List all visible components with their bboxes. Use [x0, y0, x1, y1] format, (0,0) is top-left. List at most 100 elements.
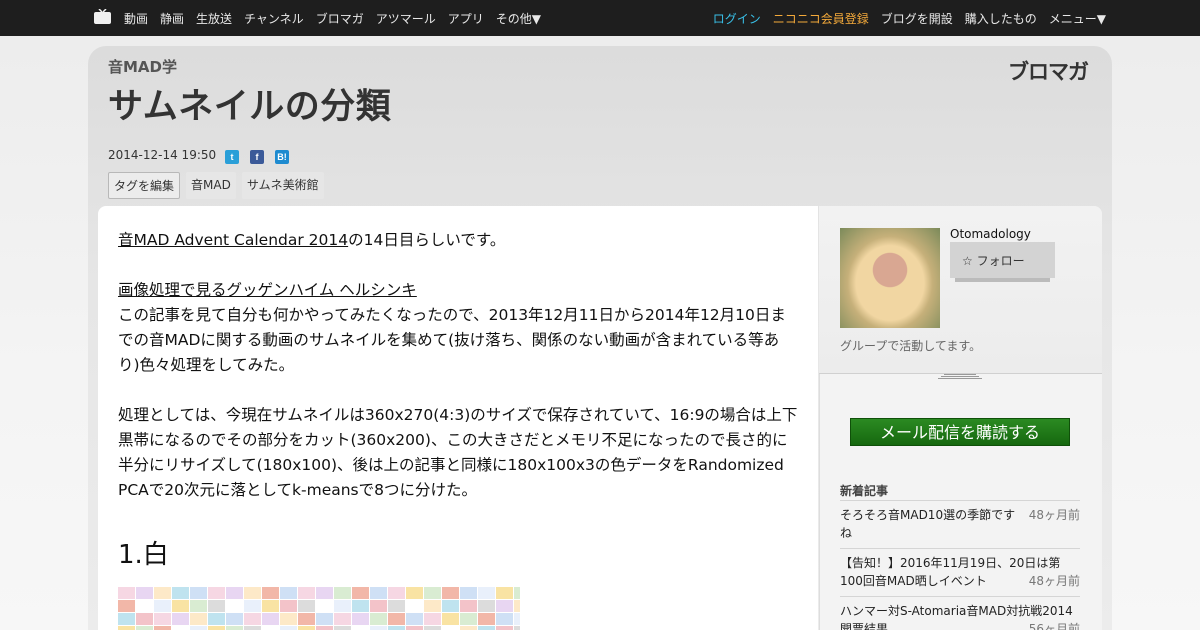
- mosaic-tile: [388, 587, 405, 599]
- mosaic-tile: [424, 613, 441, 625]
- mosaic-tile: [244, 613, 261, 625]
- collapse-handle-icon[interactable]: [938, 374, 982, 388]
- mosaic-tile: [136, 626, 153, 630]
- thumbnail-mosaic-image: [118, 587, 520, 630]
- tag-item[interactable]: サムネ美術館: [241, 172, 324, 199]
- register-link[interactable]: ニコニコ会員登録: [773, 10, 869, 27]
- tag-item[interactable]: 音MAD: [186, 172, 236, 199]
- mosaic-tile: [388, 600, 405, 612]
- subscribe-email-button[interactable]: メール配信を購読する: [850, 418, 1070, 446]
- mosaic-tile: [262, 587, 279, 599]
- mosaic-tile: [406, 613, 423, 625]
- mosaic-tile: [352, 587, 369, 599]
- article-title[interactable]: そろそろ音MAD10選の季節ですね: [840, 508, 1015, 540]
- mosaic-tile: [154, 613, 171, 625]
- guggenheim-link[interactable]: 画像処理で見るグッゲンハイム ヘルシンキ: [118, 281, 417, 299]
- mosaic-tile: [244, 626, 261, 630]
- mosaic-tile: [280, 613, 297, 625]
- mosaic-tile: [154, 626, 171, 630]
- mosaic-tile: [460, 626, 477, 630]
- mosaic-tile: [280, 600, 297, 612]
- mosaic-tile: [370, 626, 387, 630]
- menu-dropdown[interactable]: メニュー▼: [1049, 10, 1106, 27]
- mosaic-tile: [154, 600, 171, 612]
- mosaic-tile: [190, 587, 207, 599]
- open-blog-link[interactable]: ブログを開設: [881, 10, 953, 27]
- edit-tags-button[interactable]: タグを編集: [108, 172, 181, 199]
- mosaic-tile: [118, 600, 135, 612]
- mosaic-tile: [496, 626, 513, 630]
- star-icon: ☆: [962, 254, 977, 268]
- mosaic-tile: [316, 626, 333, 630]
- mosaic-tile: [460, 613, 477, 625]
- mosaic-tile: [136, 600, 153, 612]
- mosaic-tile: [478, 626, 495, 630]
- nav-atsumaru[interactable]: アツマール: [376, 10, 436, 27]
- mosaic-tile: [190, 600, 207, 612]
- nav-apps[interactable]: アプリ: [448, 10, 484, 27]
- nav-channel[interactable]: チャンネル: [244, 10, 304, 27]
- nav-more[interactable]: その他▼: [496, 10, 541, 27]
- mosaic-tile: [442, 613, 459, 625]
- advent-calendar-link[interactable]: 音MAD Advent Calendar 2014: [118, 231, 348, 249]
- mosaic-tile: [280, 587, 297, 599]
- follow-button[interactable]: ☆ フォロー: [950, 242, 1055, 278]
- mosaic-tile: [442, 587, 459, 599]
- mosaic-tile: [514, 626, 520, 630]
- mosaic-tile: [514, 613, 520, 625]
- tag-list: タグを編集 音MAD サムネ美術館: [108, 172, 324, 199]
- hatena-bookmark-icon[interactable]: B!: [275, 150, 289, 164]
- avatar[interactable]: [840, 228, 940, 328]
- mosaic-tile: [496, 587, 513, 599]
- nav-live[interactable]: 生放送: [196, 10, 232, 27]
- nav-seiga[interactable]: 静画: [160, 10, 184, 27]
- article-age: 48ヶ月前: [1028, 574, 1080, 588]
- mosaic-tile: [460, 587, 477, 599]
- mosaic-tile: [262, 626, 279, 630]
- article-age: 56ヶ月前: [1028, 622, 1080, 630]
- mosaic-tile: [262, 613, 279, 625]
- author-name[interactable]: Otomadology: [950, 227, 1031, 241]
- facebook-share-icon[interactable]: f: [250, 150, 264, 164]
- mosaic-tile: [370, 600, 387, 612]
- mosaic-tile: [226, 626, 243, 630]
- mosaic-tile: [208, 613, 225, 625]
- mosaic-tile: [316, 600, 333, 612]
- mosaic-tile: [316, 587, 333, 599]
- nav-video[interactable]: 動画: [124, 10, 148, 27]
- twitter-share-icon[interactable]: t: [225, 150, 239, 164]
- mosaic-tile: [298, 626, 315, 630]
- mosaic-tile: [334, 600, 351, 612]
- mosaic-tile: [172, 600, 189, 612]
- mosaic-tile: [406, 626, 423, 630]
- mosaic-tile: [136, 613, 153, 625]
- mosaic-tile: [208, 600, 225, 612]
- mosaic-tile: [298, 613, 315, 625]
- mosaic-tile: [370, 613, 387, 625]
- blomaga-brand-logo[interactable]: ブロマガ: [1008, 56, 1089, 86]
- mosaic-tile: [370, 587, 387, 599]
- mosaic-tile: [226, 587, 243, 599]
- mosaic-tile: [244, 587, 261, 599]
- mosaic-tile: [352, 613, 369, 625]
- list-item[interactable]: ハンマー対S-Atomaria音MAD対抗戦2014開票結果 56ヶ月前: [840, 596, 1080, 630]
- blog-name[interactable]: 音MAD学: [108, 56, 177, 77]
- niconico-tv-logo-icon[interactable]: [94, 9, 111, 24]
- list-item[interactable]: 【告知！】2016年11月19日、20日は第100回音MAD晒しイベント 48ヶ月…: [840, 548, 1080, 596]
- mosaic-tile: [352, 600, 369, 612]
- purchases-link[interactable]: 購入したもの: [965, 10, 1037, 27]
- mosaic-tile: [118, 626, 135, 630]
- mosaic-tile: [190, 626, 207, 630]
- list-item[interactable]: 48ヶ月前 そろそろ音MAD10選の季節ですね: [840, 500, 1080, 548]
- article-title[interactable]: 【告知！】2016年11月19日、20日は第100回音MAD晒しイベント: [840, 556, 1060, 588]
- mosaic-tile: [424, 626, 441, 630]
- mosaic-tile: [442, 626, 459, 630]
- mosaic-tile: [406, 600, 423, 612]
- login-link[interactable]: ログイン: [713, 10, 761, 27]
- nav-blomaga[interactable]: ブロマガ: [316, 10, 364, 27]
- mosaic-tile: [316, 613, 333, 625]
- mosaic-tile: [154, 587, 171, 599]
- section-heading: 1.白: [118, 540, 169, 570]
- mosaic-tile: [496, 600, 513, 612]
- mosaic-tile: [190, 613, 207, 625]
